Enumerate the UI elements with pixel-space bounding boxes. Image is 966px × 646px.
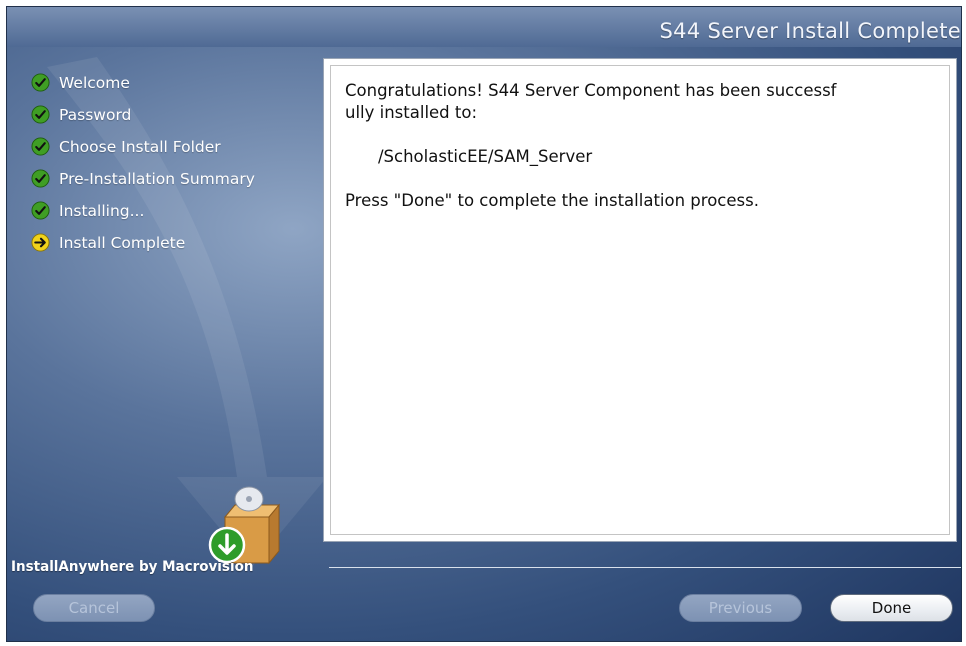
- previous-button[interactable]: Previous: [679, 594, 802, 622]
- step-installing: Installing...: [31, 199, 255, 222]
- check-icon: [31, 73, 50, 92]
- footer-divider: [329, 567, 961, 568]
- arrow-right-icon: [31, 233, 50, 252]
- step-welcome: Welcome: [31, 71, 255, 94]
- check-icon: [31, 201, 50, 220]
- instruction-text: Press "Done" to complete the installatio…: [345, 191, 759, 210]
- step-pre-installation-summary: Pre-Installation Summary: [31, 167, 255, 190]
- message-line-2: ully installed to:: [345, 103, 478, 122]
- cancel-button[interactable]: Cancel: [33, 594, 155, 622]
- step-choose-install-folder: Choose Install Folder: [31, 135, 255, 158]
- step-label: Installing...: [59, 201, 145, 220]
- install-steps-list: Welcome Password Choose Install Folder P…: [31, 71, 255, 263]
- installanywhere-brand: InstallAnywhere by Macrovision: [11, 559, 254, 575]
- step-label: Password: [59, 105, 132, 124]
- window-title: S44 Server Install Complete: [659, 19, 961, 43]
- step-label: Choose Install Folder: [59, 137, 221, 156]
- message-panel: Congratulations! S44 Server Component ha…: [323, 58, 957, 542]
- step-label: Install Complete: [59, 233, 186, 252]
- check-icon: [31, 137, 50, 156]
- step-password: Password: [31, 103, 255, 126]
- message-text-area: Congratulations! S44 Server Component ha…: [330, 65, 950, 535]
- step-install-complete: Install Complete: [31, 231, 255, 254]
- done-button[interactable]: Done: [830, 594, 953, 622]
- installer-window: S44 Server Install Complete Welcome Pass…: [6, 6, 962, 642]
- step-label: Pre-Installation Summary: [59, 169, 255, 188]
- step-label: Welcome: [59, 73, 130, 92]
- install-path: /ScholasticEE/SAM_Server: [378, 147, 593, 166]
- installer-box-icon: [208, 486, 281, 565]
- message-line-1: Congratulations! S44 Server Component ha…: [345, 81, 837, 100]
- check-icon: [31, 169, 50, 188]
- check-icon: [31, 105, 50, 124]
